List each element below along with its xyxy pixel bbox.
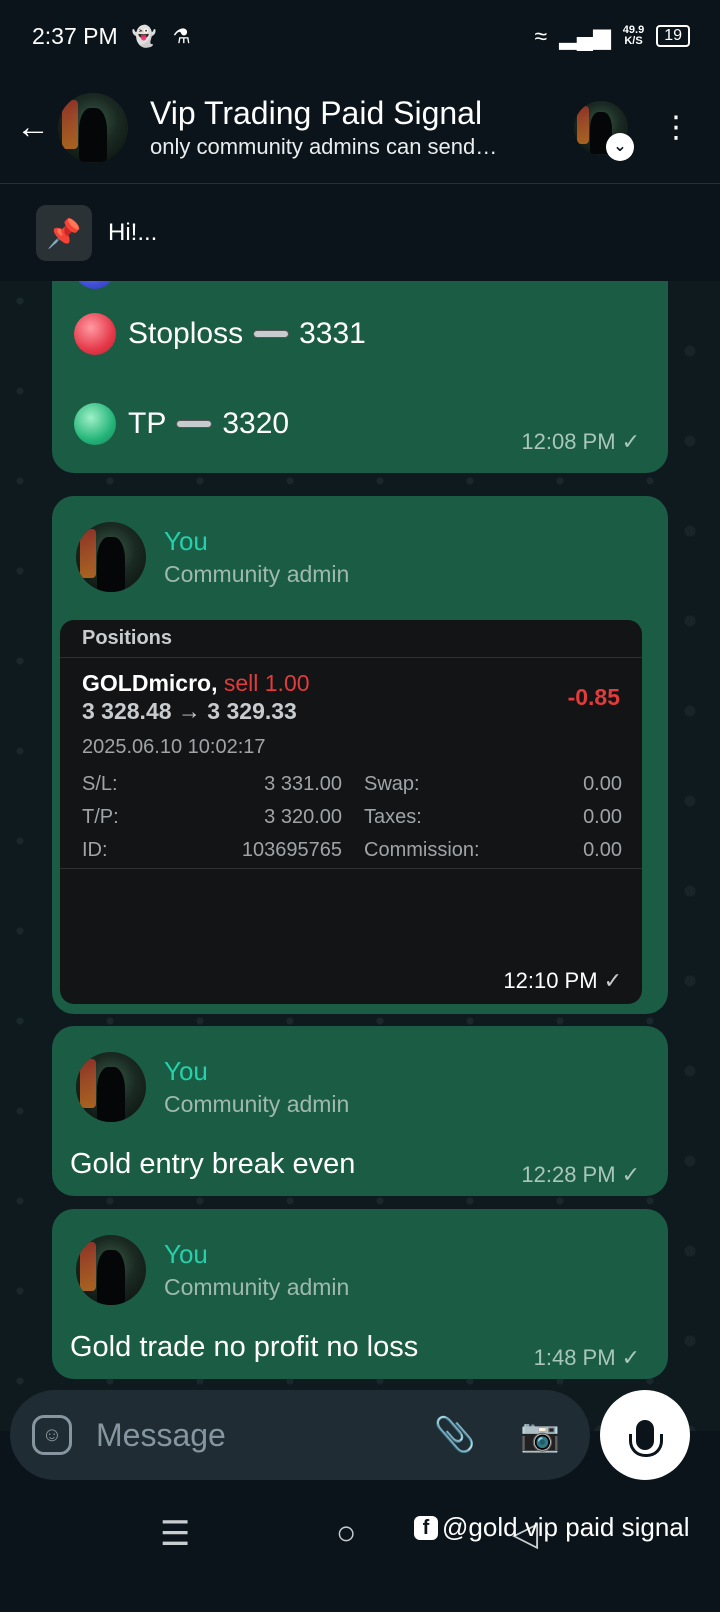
more-options-icon[interactable]: ⋮ — [656, 112, 696, 142]
chat-header: ← Vip Trading Paid Signal only community… — [0, 72, 720, 184]
stoploss-row: Stoploss 3331 — [74, 313, 366, 355]
position-profit: -0.85 — [567, 684, 620, 710]
message-time: 12:08 PM ✓ — [521, 429, 640, 454]
position-details: S/L: 3 331.00 Swap: 0.00 T/P: 3 320.00 Taxe… — [82, 768, 622, 867]
detail-row: S/L: 3 331.00 Swap: 0.00 — [82, 773, 622, 795]
message-bubble[interactable]: You Community admin Gold trade no profit… — [52, 1209, 668, 1379]
message-bubble[interactable]: Stoploss 3331 TP 3320 12:08 PM ✓ — [52, 281, 668, 473]
sent-check-icon: ✓ — [621, 1162, 640, 1187]
green-circle-icon — [74, 403, 116, 445]
tp-row: TP 3320 — [74, 403, 289, 445]
status-bar: 2:37 PM 👻 ⚗ ≈ ▂▄▆ 49.9 K/S 19 — [0, 0, 720, 72]
group-avatar[interactable] — [58, 92, 128, 163]
mic-icon — [629, 1420, 663, 1457]
wifi-icon: ≈ — [534, 22, 548, 49]
camera-icon[interactable]: 📷 — [520, 1416, 560, 1454]
tp-label: TP — [128, 407, 167, 440]
detail-row: T/P: 3 320.00 Taxes: 0.00 — [82, 806, 622, 828]
sender-role: Community admin — [164, 1274, 350, 1300]
chat-subtitle: only community admins can send… — [150, 133, 498, 159]
sender-role: Community admin — [164, 561, 350, 587]
status-time: 2:37 PM — [32, 22, 118, 49]
positions-screenshot[interactable]: Positions GOLDmicro, sell 1.00 3 328.48 … — [60, 620, 642, 1004]
sticker-icon[interactable]: ☺ — [32, 1415, 72, 1455]
tp-value: 3320 — [222, 407, 290, 440]
sender-name: You — [164, 526, 208, 556]
blue-circle-icon — [74, 281, 116, 289]
pin-icon: 📌 — [36, 205, 92, 261]
chat-area[interactable]: Stoploss 3331 TP 3320 12:08 PM ✓ You Comm… — [0, 281, 720, 1431]
system-nav-bar: ☰ ○ ◁ f @gold vip paid signal — [0, 1492, 720, 1612]
pinned-message-bar[interactable]: 📌 Hi!... — [0, 185, 720, 281]
detail-row: ID: 103695765 Commission: 0.00 — [82, 839, 622, 861]
message-text: Gold entry break even — [70, 1148, 356, 1180]
message-bubble[interactable]: You Community admin Positions GOLDmicro,… — [52, 496, 668, 1014]
chat-title: Vip Trading Paid Signal — [150, 94, 483, 131]
community-avatar-button[interactable]: ⌄ — [574, 100, 634, 161]
sender-name: You — [164, 1056, 208, 1086]
sender-block: You Community admin — [76, 1235, 349, 1305]
home-icon[interactable]: ○ — [336, 1514, 357, 1553]
position-side: sell 1.00 — [223, 670, 310, 696]
dash-icon — [176, 420, 213, 428]
stoploss-value: 3331 — [299, 317, 366, 350]
sender-name: You — [164, 1239, 208, 1269]
sender-block: You Community admin — [76, 1052, 349, 1122]
sender-avatar[interactable] — [76, 1052, 146, 1122]
sent-check-icon: ✓ — [603, 968, 622, 993]
recent-apps-icon[interactable]: ☰ — [160, 1514, 190, 1554]
sender-avatar[interactable] — [76, 1235, 146, 1305]
message-time: 1:48 PM ✓ — [533, 1345, 640, 1370]
message-composer: ☺ Message 📎 📷 — [10, 1390, 590, 1480]
red-circle-icon — [74, 313, 116, 355]
mic-button[interactable] — [600, 1390, 690, 1480]
sent-check-icon: ✓ — [621, 429, 640, 454]
signal-icon: ▂▄▆ — [559, 22, 611, 49]
dash-icon — [253, 330, 290, 338]
message-bubble[interactable]: You Community admin Gold entry break eve… — [52, 1026, 668, 1196]
signal-row-partial — [74, 281, 128, 289]
position-symbol: GOLDmicro, sell 1.00 — [82, 670, 310, 696]
battery-indicator: 19 — [656, 25, 690, 47]
attach-icon[interactable]: 📎 — [434, 1415, 476, 1455]
positions-header: Positions — [60, 620, 642, 658]
network-speed: 49.9 K/S — [622, 24, 645, 47]
sender-role: Community admin — [164, 1091, 350, 1117]
facebook-icon: f — [414, 1515, 438, 1540]
message-time: 12:10 PM ✓ — [503, 968, 622, 993]
sender-block: You Community admin — [76, 522, 349, 592]
pinned-text: Hi!... — [108, 219, 158, 246]
snapchat-icon: 👻 — [131, 25, 157, 48]
message-input[interactable]: Message — [96, 1417, 434, 1454]
flask-icon: ⚗ — [172, 25, 191, 48]
message-time: 12:28 PM ✓ — [521, 1162, 640, 1187]
position-date: 2025.06.10 10:02:17 — [82, 736, 266, 758]
message-text: Gold trade no profit no loss — [70, 1331, 419, 1363]
chat-title-block[interactable]: Vip Trading Paid Signal only community a… — [150, 94, 574, 162]
chevron-down-icon: ⌄ — [606, 132, 634, 161]
divider — [60, 868, 642, 869]
stoploss-label: Stoploss — [128, 317, 244, 350]
sent-check-icon: ✓ — [621, 1345, 640, 1370]
position-prices: 3 328.48 → 3 329.33 — [82, 698, 297, 724]
sender-avatar[interactable] — [76, 522, 146, 592]
watermark: f @gold vip paid signal — [414, 1512, 690, 1543]
back-arrow-icon[interactable]: ← — [0, 108, 58, 147]
